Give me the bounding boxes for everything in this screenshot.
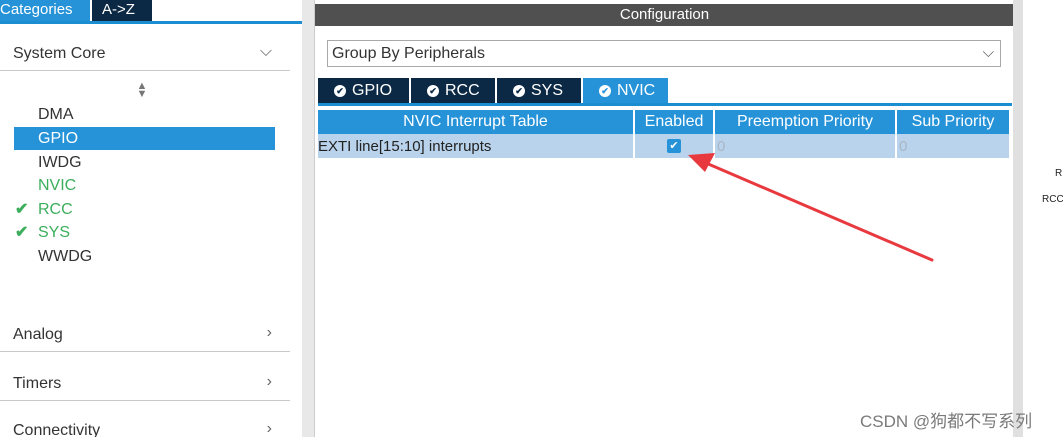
section-label: System Core [13,45,106,62]
section-timers[interactable]: Timers › [0,367,290,401]
sub-priority-cell[interactable]: 0 [896,134,1011,158]
check-circle-icon: ✔ [513,85,525,97]
peripheral-label: DMA [38,106,74,123]
peripheral-label: WWDG [38,248,93,265]
tab-label: NVIC [617,82,656,99]
tab-label: RCC [445,82,480,99]
peripheral-label: SYS [38,224,71,241]
sidebar-item-rcc[interactable]: ✔ RCC [14,198,275,221]
watermark: CSDN @狗都不写系列 [860,412,1033,431]
tab-label: GPIO [352,82,393,99]
column-header-preemption[interactable]: Preemption Priority [714,110,897,134]
chevron-down-icon: ⌵ [982,44,994,61]
sidebar-item-iwdg[interactable]: IWDG [14,151,275,174]
preemption-priority-cell[interactable]: 0 [714,134,897,158]
configuration-title: Configuration [315,4,1014,26]
section-label: Analog [13,326,63,343]
chevron-right-icon: › [266,373,272,390]
tab-rcc[interactable]: ✔ RCC [411,78,495,103]
pin-label: RCC [1042,194,1063,205]
sidebar-item-nvic[interactable]: NVIC [14,174,275,197]
enabled-cell: ✔ [634,134,715,158]
chevron-down-icon: ⌵ [259,43,272,60]
check-circle-icon: ✔ [427,85,439,97]
panel-divider[interactable] [302,0,314,437]
section-analog[interactable]: Analog › [0,318,290,352]
panel-divider-right[interactable] [1013,0,1023,437]
tab-sys[interactable]: ✔ SYS [497,78,581,103]
peripheral-label: NVIC [38,177,77,194]
check-circle-icon: ✔ [334,85,346,97]
peripheral-label: GPIO [38,130,79,147]
tab-label: SYS [531,82,564,99]
section-label: Timers [13,375,62,392]
section-label: Connectivity [13,422,101,437]
configuration-panel: Configuration Group By Peripherals ⌵ ✔ GP… [314,0,1014,437]
check-circle-icon: ✔ [599,85,611,97]
section-system-core[interactable]: System Core ⌵ [0,37,290,71]
stm32cubemx-window: Categories A->Z System Core ⌵ ▲ ▼ DMA GPI… [0,0,1063,437]
sort-icon[interactable]: ▲ ▼ [136,81,148,100]
sidebar-item-dma[interactable]: DMA [14,103,275,126]
peripheral-tab-bar: ✔ GPIO ✔ RCC ✔ SYS ✔ NVIC [318,78,1012,106]
check-icon: ✔ [15,201,29,218]
chevron-right-icon: › [266,420,272,437]
tab-gpio[interactable]: ✔ GPIO [318,78,409,103]
group-by-value: Group By Peripherals [332,45,485,62]
column-header-enabled[interactable]: Enabled [634,110,715,134]
categories-panel: Categories A->Z System Core ⌵ ▲ ▼ DMA GPI… [0,0,302,437]
nvic-interrupt-table: NVIC Interrupt Table Enabled Preemption … [318,110,1011,158]
sidebar-item-sys[interactable]: ✔ SYS [14,221,275,244]
interrupt-name-cell: EXTI line[15:10] interrupts [318,134,635,158]
group-by-select[interactable]: Group By Peripherals ⌵ [327,40,1001,67]
check-icon: ✔ [15,224,29,241]
table-header-row: NVIC Interrupt Table Enabled Preemption … [318,110,1011,134]
enabled-checkbox[interactable]: ✔ [667,139,681,153]
section-connectivity[interactable]: Connectivity › [0,414,290,437]
sidebar-item-wwdg[interactable]: WWDG [14,245,275,268]
sidebar-item-gpio[interactable]: GPIO [14,127,275,150]
column-header-interrupt[interactable]: NVIC Interrupt Table [318,110,635,134]
peripheral-label: IWDG [38,154,82,171]
table-row[interactable]: EXTI line[15:10] interrupts ✔ 0 0 [318,134,1011,158]
chevron-right-icon: › [266,324,272,341]
tab-nvic[interactable]: ✔ NVIC [583,78,668,103]
column-header-sub-priority[interactable]: Sub Priority [896,110,1011,134]
category-tab-bar: Categories A->Z [0,0,302,24]
pinout-view-edge: R RCC [1023,0,1063,437]
peripheral-label: RCC [38,201,73,218]
tab-a-to-z[interactable]: A->Z [92,0,152,21]
pin-label: R [1055,168,1063,179]
tab-categories[interactable]: Categories [0,0,90,21]
